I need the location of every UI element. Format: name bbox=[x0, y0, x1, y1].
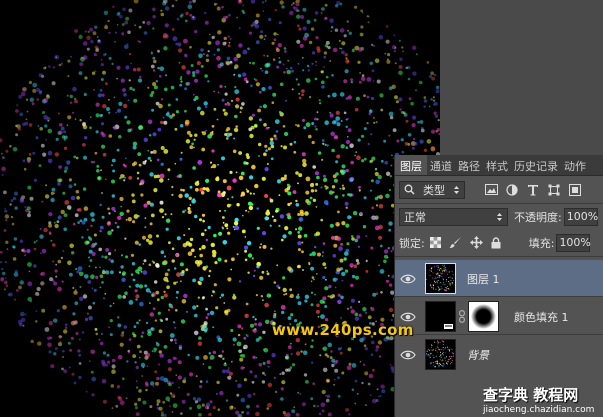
updown-arrows-icon bbox=[496, 212, 503, 222]
updown-arrows-icon bbox=[453, 185, 460, 195]
layer-filter-label: 类型 bbox=[423, 183, 445, 197]
opacity-label: 不透明度: bbox=[514, 210, 562, 224]
tab-paths[interactable]: 路径 bbox=[455, 155, 483, 175]
layers-panel: 图层 通道 路径 样式 历史记录 动作 类型 正常 不透明度: 100% 锁定:… bbox=[394, 155, 603, 417]
tab-layers[interactable]: 图层 bbox=[395, 155, 427, 175]
shape-filter-icon[interactable] bbox=[548, 184, 560, 196]
layer-thumbnail bbox=[425, 263, 456, 294]
fill-color-thumbnail[interactable] bbox=[425, 301, 456, 332]
blend-mode-select[interactable]: 正常 bbox=[399, 207, 508, 226]
fill-input[interactable]: 100% bbox=[556, 233, 591, 252]
layer-name[interactable]: 图层 1 bbox=[467, 271, 500, 287]
site-watermark: www.240ps.com bbox=[272, 321, 414, 339]
tab-channels[interactable]: 通道 bbox=[427, 155, 455, 175]
document-canvas[interactable] bbox=[0, 0, 440, 417]
link-chain-icon[interactable] bbox=[459, 310, 465, 323]
layer-row-background[interactable]: 背景 bbox=[395, 336, 603, 373]
blend-row: 正常 不透明度: 100% bbox=[395, 203, 603, 230]
lock-row: 锁定: 填充: 100% bbox=[395, 229, 603, 256]
opacity-input[interactable]: 100% bbox=[563, 207, 598, 226]
fill-label: 填充: bbox=[528, 236, 555, 250]
layer-name[interactable]: 背景 bbox=[467, 347, 489, 363]
image-filter-icon[interactable] bbox=[485, 184, 498, 195]
divider bbox=[395, 256, 603, 257]
blend-mode-value: 正常 bbox=[404, 210, 426, 224]
panel-tabs: 图层 通道 路径 样式 历史记录 动作 bbox=[395, 155, 603, 176]
layer-filter-row: 类型 bbox=[395, 176, 603, 203]
layer-mask-thumbnail[interactable] bbox=[468, 301, 499, 332]
particle-artwork bbox=[0, 0, 440, 417]
site-logo: 查字典 教程网 jiaocheng.chazidian.com bbox=[483, 384, 603, 417]
brush-icon[interactable] bbox=[449, 236, 462, 249]
type-filter-icon[interactable] bbox=[527, 184, 539, 196]
lock-icon[interactable] bbox=[491, 236, 501, 249]
logo-url: jiaocheng.chazidian.com bbox=[483, 405, 595, 415]
layer-thumbnail bbox=[425, 339, 456, 370]
search-icon bbox=[404, 184, 415, 195]
lock-label: 锁定: bbox=[399, 236, 425, 250]
logo-text: 查字典 教程网 bbox=[483, 386, 579, 404]
move-icon[interactable] bbox=[469, 236, 483, 249]
layer-name[interactable]: 颜色填充 1 bbox=[514, 309, 569, 325]
layer-row-layer1[interactable]: 图层 1 bbox=[395, 260, 603, 297]
visibility-eye-icon[interactable] bbox=[400, 271, 416, 285]
adjustment-filter-icon[interactable] bbox=[506, 183, 518, 196]
lock-transparent-pixels-icon[interactable] bbox=[429, 237, 441, 248]
tab-history[interactable]: 历史记录 bbox=[511, 155, 561, 175]
layer-filter-select[interactable]: 类型 bbox=[399, 180, 465, 199]
visibility-eye-icon[interactable] bbox=[400, 347, 416, 361]
tab-styles[interactable]: 样式 bbox=[483, 155, 511, 175]
layer-row-color-fill[interactable]: 颜色填充 1 bbox=[395, 298, 603, 335]
smart-object-filter-icon[interactable] bbox=[569, 183, 581, 196]
tab-actions[interactable]: 动作 bbox=[561, 155, 589, 175]
